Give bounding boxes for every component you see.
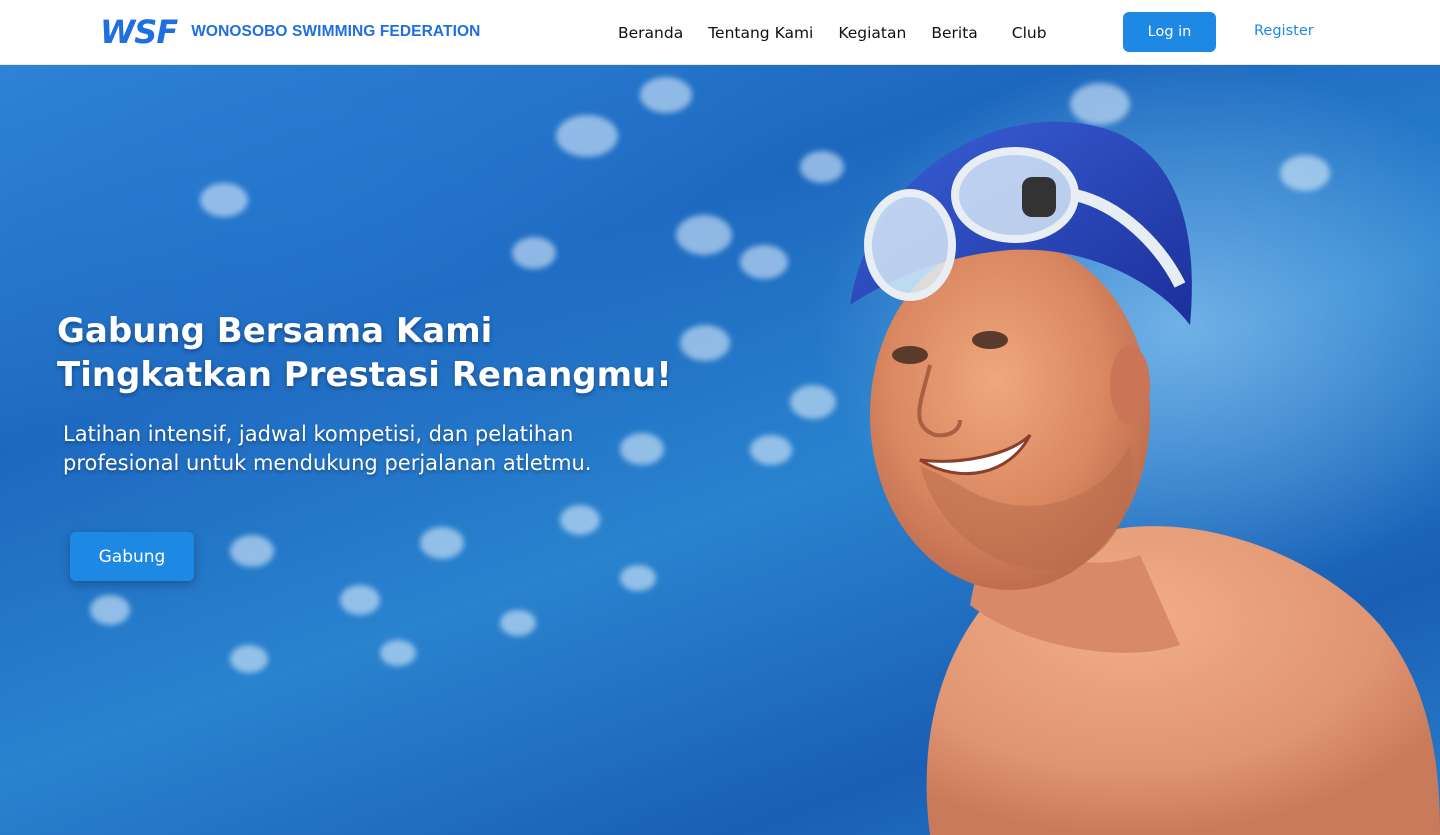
site-header: WSF WONOSOBO SWIMMING FEDERATION Beranda… (0, 0, 1440, 65)
hero-section: Gabung Bersama Kami Tingkatkan Prestasi … (0, 65, 1440, 835)
hero-subtitle: Latihan intensif, jadwal kompetisi, dan … (63, 422, 592, 475)
nav-item-berita[interactable]: Berita (931, 24, 977, 42)
bokeh-light (500, 610, 536, 636)
bokeh-light (200, 183, 248, 217)
bokeh-light (620, 433, 664, 465)
brand-logo[interactable]: WSF WONOSOBO SWIMMING FEDERATION (100, 14, 480, 50)
register-link[interactable]: Register (1254, 23, 1314, 39)
brand-name: WONOSOBO SWIMMING FEDERATION (191, 23, 481, 40)
hero-title-line1: Gabung Bersama Kami (57, 311, 493, 351)
bokeh-light (230, 535, 274, 567)
bokeh-light (420, 527, 464, 559)
bokeh-light (512, 237, 556, 269)
nav-item-club[interactable]: Club (1012, 24, 1047, 42)
bokeh-light (90, 595, 130, 625)
bokeh-light (620, 565, 656, 591)
hero-title: Gabung Bersama Kami Tingkatkan Prestasi … (57, 309, 672, 397)
nav-item-kegiatan[interactable]: Kegiatan (838, 24, 906, 42)
bokeh-light (380, 640, 416, 666)
bokeh-light (680, 325, 730, 361)
bokeh-light (230, 645, 268, 673)
bokeh-light (676, 215, 732, 255)
bokeh-light (560, 505, 600, 535)
bokeh-light (340, 585, 380, 615)
swimmer-image (850, 121, 1440, 835)
nav-item-beranda[interactable]: Beranda (618, 24, 683, 42)
bokeh-light (640, 77, 692, 113)
join-button[interactable]: Gabung (70, 532, 194, 581)
hero-title-line2: Tingkatkan Prestasi Renangmu! (57, 355, 672, 395)
main-nav: Beranda Tentang Kami Kegiatan Berita Clu… (618, 0, 1047, 65)
login-button[interactable]: Log in (1123, 12, 1216, 52)
bokeh-light (556, 115, 618, 157)
brand-mark: WSF (100, 13, 178, 51)
nav-item-tentang-kami[interactable]: Tentang Kami (708, 24, 813, 42)
